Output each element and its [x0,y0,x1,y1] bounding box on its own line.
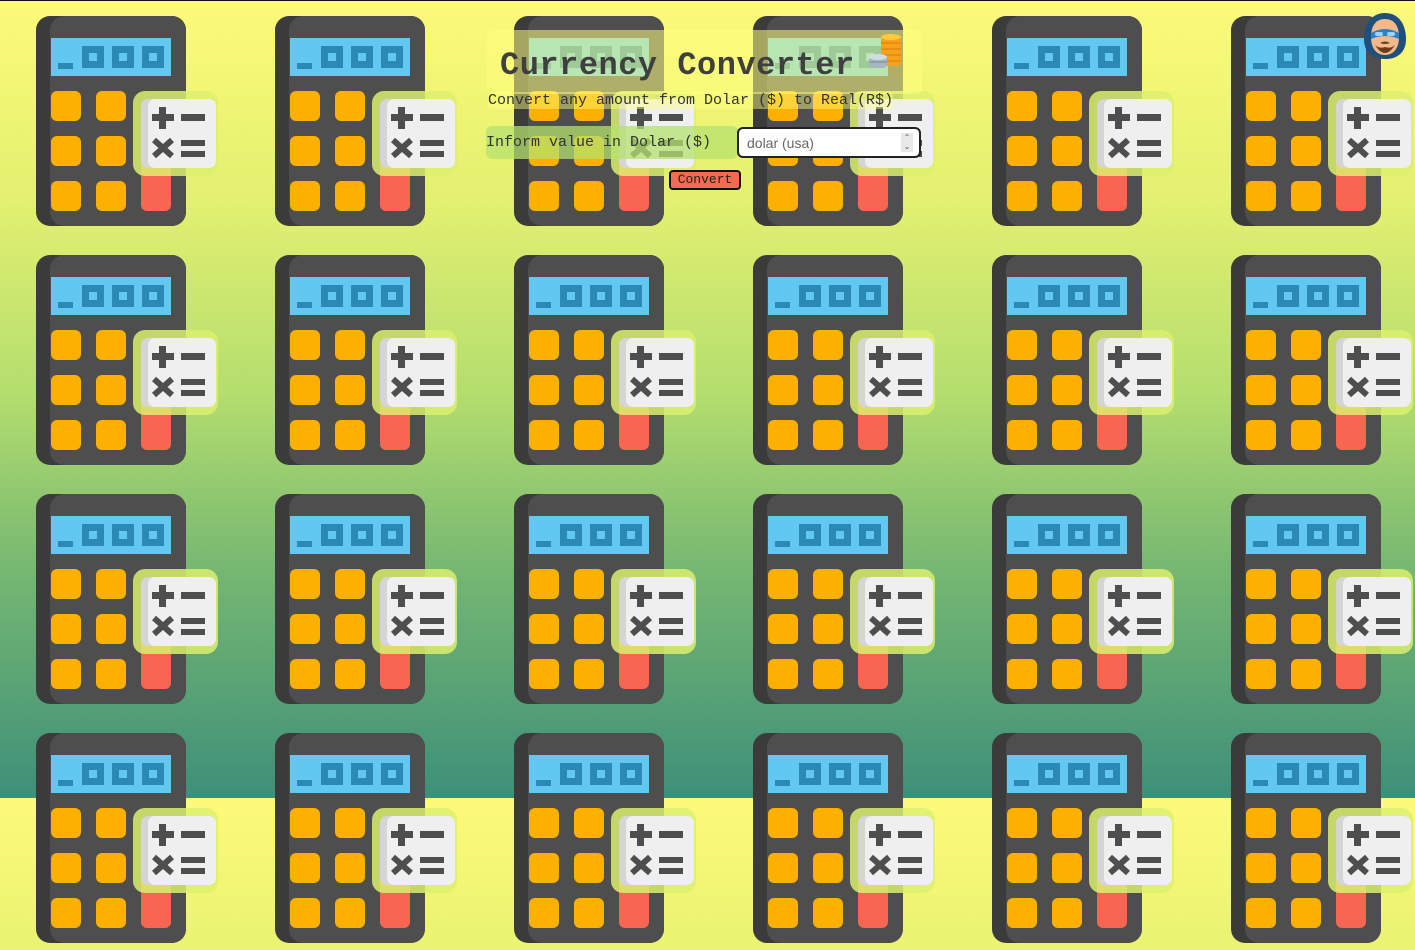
calculator-icon [36,733,226,945]
background-calculator-pattern [0,1,1415,943]
spinner-up-icon[interactable]: ⌃ [901,133,913,142]
amount-input-label: Inform value in Dolar ($) [486,134,712,151]
calculator-icon [275,255,465,467]
calculator-icon [275,733,465,945]
calculator-icon [992,16,1182,228]
dollar-amount-field[interactable]: ⌃ ⌄ [737,127,921,158]
coins-icon [869,34,901,68]
calculator-icon [275,494,465,706]
calculator-icon [514,255,704,467]
spinner-down-icon[interactable]: ⌄ [901,142,913,151]
dollar-amount-input[interactable] [739,129,897,156]
calculator-icon [514,733,704,945]
user-avatar-icon[interactable] [1361,11,1409,61]
calculator-icon [1231,255,1415,467]
calculator-icon [992,255,1182,467]
calculator-icon [36,255,226,467]
page-title: Currency Converter [500,47,855,84]
calculator-icon [36,16,226,228]
calculator-icon [753,494,943,706]
number-spinner[interactable]: ⌃ ⌄ [901,133,913,152]
calculator-icon [1231,733,1415,945]
page-subtitle: Convert any amount from Dolar ($) to Rea… [488,92,894,109]
calculator-icon [753,733,943,945]
calculator-icon [514,494,704,706]
calculator-icon [36,494,226,706]
input-label-row: Inform value in Dolar ($) [486,126,738,159]
convert-button[interactable]: Convert [669,170,741,190]
calculator-icon [1231,494,1415,706]
calculator-icon [992,733,1182,945]
calculator-icon [753,255,943,467]
title-box: Currency Converter [487,30,922,94]
calculator-icon [992,494,1182,706]
calculator-icon [275,16,465,228]
